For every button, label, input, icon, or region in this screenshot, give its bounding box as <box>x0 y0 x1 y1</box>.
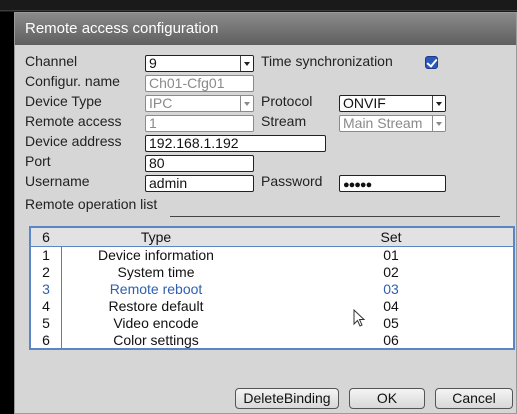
row-type: Restore default <box>108 298 204 314</box>
password-label: Password <box>261 173 323 189</box>
section-divider <box>170 216 500 217</box>
protocol-value: ONVIF <box>343 95 386 111</box>
row-set: 02 <box>383 264 399 280</box>
ok-button[interactable]: OK <box>349 388 425 409</box>
channel-select[interactable]: 9 <box>145 55 254 72</box>
row-set: 03 <box>383 281 399 297</box>
row-set: 01 <box>383 247 399 263</box>
background-strip <box>0 0 517 12</box>
row-type: Color settings <box>113 332 199 348</box>
row-index: 6 <box>42 332 50 348</box>
device-address-value: 192.168.1.192 <box>149 135 239 151</box>
config-name-field[interactable]: Ch01-Cfg01 <box>145 75 254 92</box>
table-row[interactable]: 6 Color settings 06 <box>31 332 513 349</box>
password-field[interactable]: ●●●●● <box>339 175 446 192</box>
device-address-field[interactable]: 192.168.1.192 <box>145 135 326 152</box>
device-type-select[interactable]: IPC <box>145 95 254 112</box>
table-row[interactable]: 5 Video encode 05 <box>31 315 513 332</box>
stream-value: Main Stream <box>343 115 423 131</box>
row-set: 04 <box>383 298 399 314</box>
row-index: 4 <box>42 298 50 314</box>
delete-binding-button[interactable]: DeleteBinding <box>235 388 339 409</box>
username-value: admin <box>149 175 188 191</box>
dialog-title: Remote access configuration <box>15 13 516 45</box>
row-type: Device information <box>98 247 214 263</box>
config-name-value: Ch01-Cfg01 <box>149 75 225 91</box>
row-index: 3 <box>42 281 50 297</box>
port-field[interactable]: 80 <box>145 155 254 172</box>
port-value: 80 <box>149 155 165 171</box>
channel-label: Channel <box>25 53 78 69</box>
table-header: 6 Type Set <box>31 228 513 247</box>
channel-value: 9 <box>149 55 157 71</box>
row-index: 5 <box>42 315 50 331</box>
row-set: 06 <box>383 332 399 348</box>
chevron-down-icon <box>240 96 253 111</box>
username-field[interactable]: admin <box>145 175 254 192</box>
operation-list-table[interactable]: 6 Type Set 1 Device information 01 2 Sys… <box>29 226 515 350</box>
remote-access-label: Remote access <box>25 113 122 129</box>
header-count: 6 <box>42 229 50 245</box>
device-type-label: Device Type <box>25 93 102 109</box>
password-value: ●●●●● <box>343 179 372 191</box>
mouse-pointer-icon <box>353 309 366 327</box>
row-type: Video encode <box>113 315 199 331</box>
table-row[interactable]: 4 Restore default 04 <box>31 298 513 315</box>
device-type-value: IPC <box>149 95 173 111</box>
remote-access-field[interactable]: 1 <box>145 115 254 132</box>
chevron-down-icon <box>432 116 445 131</box>
username-label: Username <box>25 173 90 189</box>
protocol-select[interactable]: ONVIF <box>339 95 446 112</box>
remote-operation-list-label: Remote operation list <box>25 196 158 212</box>
table-row[interactable]: 1 Device information 01 <box>31 247 513 264</box>
header-type: Type <box>140 229 172 245</box>
chevron-down-icon <box>240 56 253 71</box>
row-index: 1 <box>42 247 50 263</box>
row-type: System time <box>117 264 195 280</box>
stream-label: Stream <box>261 113 307 129</box>
cancel-button[interactable]: Cancel <box>435 388 513 409</box>
background-line <box>0 10 517 11</box>
device-address-label: Device address <box>25 133 122 149</box>
remote-access-value: 1 <box>149 115 157 131</box>
port-label: Port <box>25 153 51 169</box>
row-set: 05 <box>383 315 399 331</box>
stream-select[interactable]: Main Stream <box>339 115 446 132</box>
row-index: 2 <box>42 264 50 280</box>
row-type: Remote reboot <box>109 281 203 297</box>
config-name-label: Configur. name <box>25 73 120 89</box>
remote-access-dialog: Remote access configuration Channel 9 Ti… <box>14 12 517 414</box>
time-sync-checkbox[interactable] <box>425 56 438 69</box>
table-row[interactable]: 2 System time 02 <box>31 264 513 281</box>
header-set: Set <box>380 229 402 245</box>
chevron-down-icon <box>432 96 445 111</box>
protocol-label: Protocol <box>261 93 313 109</box>
table-row-selected[interactable]: 3 Remote reboot 03 <box>31 281 513 298</box>
time-sync-label: Time synchronization <box>261 53 393 69</box>
